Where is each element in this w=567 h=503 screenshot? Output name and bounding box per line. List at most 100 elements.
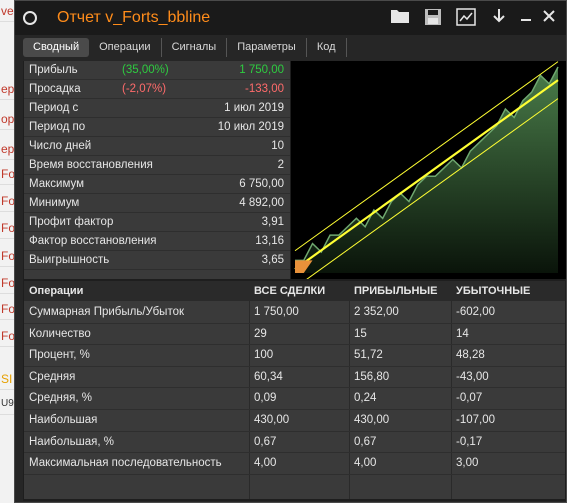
row-label: Наибольшая xyxy=(29,414,98,426)
equity-chart-svg xyxy=(294,61,559,289)
summary-stats-panel: Прибыль (35,00%) 1 750,00 Просадка (-2,0… xyxy=(24,61,290,279)
stat-row-profit: Прибыль (35,00%) 1 750,00 xyxy=(24,61,290,80)
save-icon[interactable] xyxy=(423,8,443,28)
table-cell: 60,34 xyxy=(254,370,283,383)
table-cell: -43,00 xyxy=(456,370,489,383)
table-cell: 0,67 xyxy=(354,435,377,448)
stat-row-days: Число дней 10 xyxy=(24,137,290,156)
report-content: Прибыль (35,00%) 1 750,00 Просадка (-2,0… xyxy=(23,61,566,501)
table-cell: 430,00 xyxy=(254,414,290,426)
stat-value: 3,65 xyxy=(261,254,284,266)
stat-label: Прибыль xyxy=(29,64,78,76)
minimize-icon[interactable] xyxy=(516,8,536,28)
table-cell: 14 xyxy=(456,327,469,340)
stat-value: -133,00 xyxy=(244,83,284,95)
tab-signals[interactable]: Сигналы xyxy=(162,38,228,57)
row-label: Процент, % xyxy=(29,349,90,362)
tab-summary[interactable]: Сводный xyxy=(23,38,90,57)
table-cell: 48,28 xyxy=(456,349,485,362)
table-cell: 156,80 xyxy=(354,370,390,383)
table-row: Максимальная последовательность 4,00 4,00 3… xyxy=(24,453,565,475)
row-label: Наибольшая, % xyxy=(29,435,115,448)
stat-row-minimum: Минимум 4 892,00 xyxy=(24,194,290,213)
table-cell: 15 xyxy=(354,327,367,340)
folder-icon[interactable] xyxy=(390,8,410,28)
stat-label: Профит фактор xyxy=(29,216,114,228)
stat-percent: (-2,07%) xyxy=(122,83,167,95)
stat-label: Время восстановления xyxy=(29,159,153,171)
stat-label: Выигрышность xyxy=(29,254,110,266)
stat-value: 10 xyxy=(271,140,284,152)
stat-percent: (35,00%) xyxy=(122,64,169,76)
stat-row-profit-factor: Профит фактор 3,91 xyxy=(24,213,290,232)
settings-icon[interactable] xyxy=(456,8,476,28)
stat-value: 2 xyxy=(277,159,284,171)
table-row: Количество 29 15 14 xyxy=(24,324,565,346)
table-cell: 29 xyxy=(254,327,267,340)
header-profitable[interactable]: ПРИБЫЛЬНЫЕ xyxy=(354,285,438,297)
table-row: Средняя 60,34 156,80 -43,00 xyxy=(24,367,565,389)
table-row: Процент, % 100 51,72 48,28 xyxy=(24,345,565,367)
download-icon[interactable] xyxy=(489,8,509,28)
row-label: Суммарная Прибыль/Убыток xyxy=(29,306,185,318)
tab-operations[interactable]: Операции xyxy=(89,38,162,57)
table-cell: 3,00 xyxy=(456,457,479,470)
table-cell: 0,67 xyxy=(254,435,277,448)
row-label: Количество xyxy=(29,327,91,340)
stat-label: Максимум xyxy=(29,178,85,190)
operations-table: Операции ВСЕ СДЕЛКИ ПРИБЫЛЬНЫЕ УБЫТОЧНЫЕ… xyxy=(24,281,565,499)
stat-value: 6 750,00 xyxy=(239,178,284,190)
stat-row-drawdown: Просадка (-2,07%) -133,00 xyxy=(24,80,290,99)
header-losing[interactable]: УБЫТОЧНЫЕ xyxy=(456,285,530,297)
table-cell: 2 352,00 xyxy=(354,306,399,318)
stat-row-period-to: Период по 10 июл 2019 xyxy=(24,118,290,137)
stat-label: Число дней xyxy=(29,140,92,152)
stat-row-maximum: Максимум 6 750,00 xyxy=(24,175,290,194)
stat-value: 3,91 xyxy=(261,216,284,228)
row-label: Средняя, % xyxy=(29,392,92,405)
table-cell: -107,00 xyxy=(456,414,496,426)
stat-row-win-rate: Выигрышность 3,65 xyxy=(24,251,290,270)
stat-value: 13,16 xyxy=(255,235,284,247)
table-cell: -0,07 xyxy=(456,392,483,405)
stat-label: Просадка xyxy=(29,83,81,95)
stat-label: Период по xyxy=(29,121,86,133)
header-operations[interactable]: Операции xyxy=(29,285,83,297)
table-cell: 0,09 xyxy=(254,392,277,405)
tab-code[interactable]: Код xyxy=(307,38,347,57)
row-label: Средняя xyxy=(29,370,76,383)
stat-value: 1 июл 2019 xyxy=(224,102,284,114)
header-all-trades[interactable]: ВСЕ СДЕЛКИ xyxy=(254,285,325,297)
table-cell: 4,00 xyxy=(354,457,377,470)
table-cell: -602,00 xyxy=(456,306,496,318)
stat-value: 4 892,00 xyxy=(239,197,284,209)
table-header: Операции ВСЕ СДЕЛКИ ПРИБЫЛЬНЫЕ УБЫТОЧНЫЕ xyxy=(24,281,565,301)
table-cell: 430,00 xyxy=(354,414,390,426)
table-cell: 0,24 xyxy=(354,392,377,405)
close-icon[interactable] xyxy=(539,8,559,28)
table-cell: 1 750,00 xyxy=(254,306,299,318)
tab-bar: Сводный Операции Сигналы Параметры Код xyxy=(23,38,347,57)
equity-chart xyxy=(291,61,566,289)
table-row: Суммарная Прибыль/Убыток 1 750,00 2 352,00… xyxy=(24,302,565,324)
report-window: Отчет v_Forts_bbline Сводный Операции Си… xyxy=(14,0,567,503)
stat-value: 1 750,00 xyxy=(239,64,284,76)
stat-label: Период с xyxy=(29,102,79,114)
table-cell: 51,72 xyxy=(354,349,383,362)
table-row: Наибольшая 430,00 430,00 -107,00 xyxy=(24,410,565,432)
table-cell: 4,00 xyxy=(254,457,277,470)
table-row: Наибольшая, % 0,67 0,67 -0,17 xyxy=(24,432,565,454)
stat-value: 10 июл 2019 xyxy=(217,121,284,133)
stat-row-period-from: Период с 1 июл 2019 xyxy=(24,99,290,118)
stat-label: Минимум xyxy=(29,197,80,209)
window-title: Отчет v_Forts_bbline xyxy=(57,9,211,26)
circle-icon[interactable] xyxy=(23,11,37,25)
tab-parameters[interactable]: Параметры xyxy=(227,38,307,57)
title-bar: Отчет v_Forts_bbline xyxy=(15,1,566,35)
stat-row-recovery-factor: Фактор восстановления 13,16 xyxy=(24,232,290,251)
table-cell: -0,17 xyxy=(456,435,483,448)
stat-row-recovery-time: Время восстановления 2 xyxy=(24,156,290,175)
stat-label: Фактор восстановления xyxy=(29,235,157,247)
table-cell: 100 xyxy=(254,349,274,362)
table-row: Средняя, % 0,09 0,24 -0,07 xyxy=(24,388,565,410)
